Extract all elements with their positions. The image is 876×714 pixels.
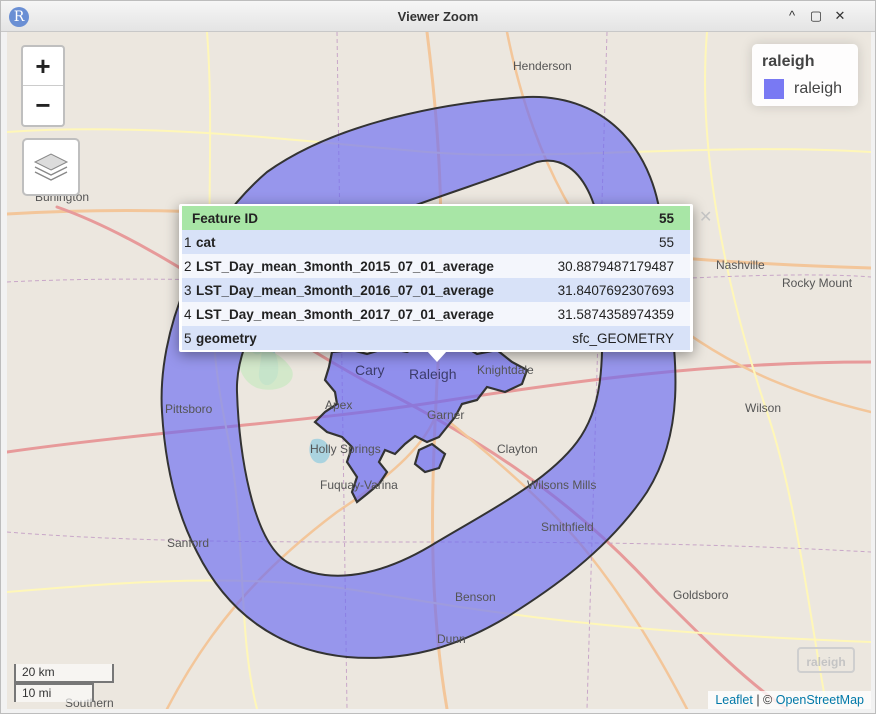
- row-index: 1: [182, 230, 194, 254]
- close-window-button[interactable]: ✕: [831, 7, 849, 25]
- attribution-separator: | ©: [752, 693, 776, 707]
- layer-watermark: raleigh: [797, 647, 855, 673]
- table-row: 5 geometry sfc_GEOMETRY: [182, 326, 690, 350]
- town-label: Dunn: [437, 632, 466, 646]
- maximize-button[interactable]: ▢: [807, 7, 825, 25]
- table-row: 3 LST_Day_mean_3month_2016_07_01_average…: [182, 278, 690, 302]
- town-label: Rocky Mount: [782, 276, 853, 290]
- row-key: geometry: [194, 326, 538, 350]
- window-title: Viewer Zoom: [397, 9, 479, 24]
- city-label: Cary: [355, 362, 385, 378]
- map-legend: raleigh raleigh: [752, 44, 858, 106]
- park-area: [239, 348, 293, 390]
- viewer-zoom-window: R Viewer Zoom ^ ▢ ✕ Henderson Burlington…: [0, 0, 876, 714]
- town-label: Smithfield: [541, 520, 594, 534]
- row-key: cat: [194, 230, 538, 254]
- town-label: Benson: [455, 590, 496, 604]
- popup-attribute-table: Feature ID 55 1 cat 55 2 LST_Day_mean_3m…: [182, 206, 690, 350]
- city-label: Raleigh: [409, 366, 457, 382]
- openstreetmap-link[interactable]: OpenStreetMap: [776, 693, 864, 707]
- town-label: Henderson: [513, 59, 572, 73]
- row-value: 31.5874358974359: [537, 302, 690, 326]
- title-bar: R Viewer Zoom ^ ▢ ✕: [1, 1, 875, 32]
- table-row: 1 cat 55: [182, 230, 690, 254]
- scale-bar-km: 20 km: [14, 664, 114, 683]
- town-label: Sanford: [167, 536, 210, 550]
- town-label: Goldsboro: [673, 588, 729, 602]
- town-label: Pittsboro: [165, 402, 213, 416]
- row-key: LST_Day_mean_3month_2016_07_01_average: [194, 278, 538, 302]
- town-label: Holly Springs: [310, 442, 381, 456]
- town-label: Nashville: [716, 258, 765, 272]
- row-value: sfc_GEOMETRY: [537, 326, 690, 350]
- map-canvas[interactable]: Henderson Burlington Nashville Rocky Mou…: [7, 32, 871, 709]
- row-key: LST_Day_mean_3month_2015_07_01_average: [194, 254, 538, 278]
- town-label: Fuquay-Varina: [320, 478, 398, 492]
- town-label: Garner: [427, 408, 465, 422]
- legend-item-label: raleigh: [794, 80, 843, 97]
- layers-control-button[interactable]: [22, 138, 80, 196]
- row-index: 5: [182, 326, 194, 350]
- layers-icon: [33, 153, 69, 181]
- zoom-in-button[interactable]: +: [23, 47, 63, 86]
- legend-title: raleigh: [762, 53, 815, 70]
- table-row: 4 LST_Day_mean_3month_2017_07_01_average…: [182, 302, 690, 326]
- row-value: 55: [537, 230, 690, 254]
- popup-close-icon[interactable]: ✕: [699, 207, 712, 227]
- feature-popup: Feature ID 55 1 cat 55 2 LST_Day_mean_3m…: [179, 204, 693, 352]
- popup-header-value: 55: [537, 206, 690, 230]
- row-index: 4: [182, 302, 194, 326]
- town-label: Clayton: [497, 442, 538, 456]
- town-label: Wilsons Mills: [527, 478, 597, 492]
- minimize-button[interactable]: ^: [783, 7, 801, 25]
- map-attribution: Leaflet | © OpenStreetMap: [708, 691, 871, 709]
- row-value: 30.8879487179487: [537, 254, 690, 278]
- popup-header-row: Feature ID 55: [182, 206, 690, 230]
- zoom-control: + −: [21, 45, 65, 127]
- scale-bar-mi: 10 mi: [14, 683, 94, 702]
- legend-swatch: [764, 79, 784, 99]
- zoom-out-button[interactable]: −: [23, 86, 63, 124]
- row-index: 2: [182, 254, 194, 278]
- row-value: 31.8407692307693: [537, 278, 690, 302]
- row-index: 3: [182, 278, 194, 302]
- town-label: Wilson: [745, 401, 782, 415]
- popup-tip: [427, 351, 447, 362]
- town-label: Knightdale: [477, 363, 534, 377]
- leaflet-link[interactable]: Leaflet: [715, 693, 753, 707]
- town-label: Apex: [325, 398, 353, 412]
- row-key: LST_Day_mean_3month_2017_07_01_average: [194, 302, 538, 326]
- table-row: 2 LST_Day_mean_3month_2015_07_01_average…: [182, 254, 690, 278]
- road-line: [704, 32, 828, 709]
- popup-header-label: Feature ID: [182, 206, 538, 230]
